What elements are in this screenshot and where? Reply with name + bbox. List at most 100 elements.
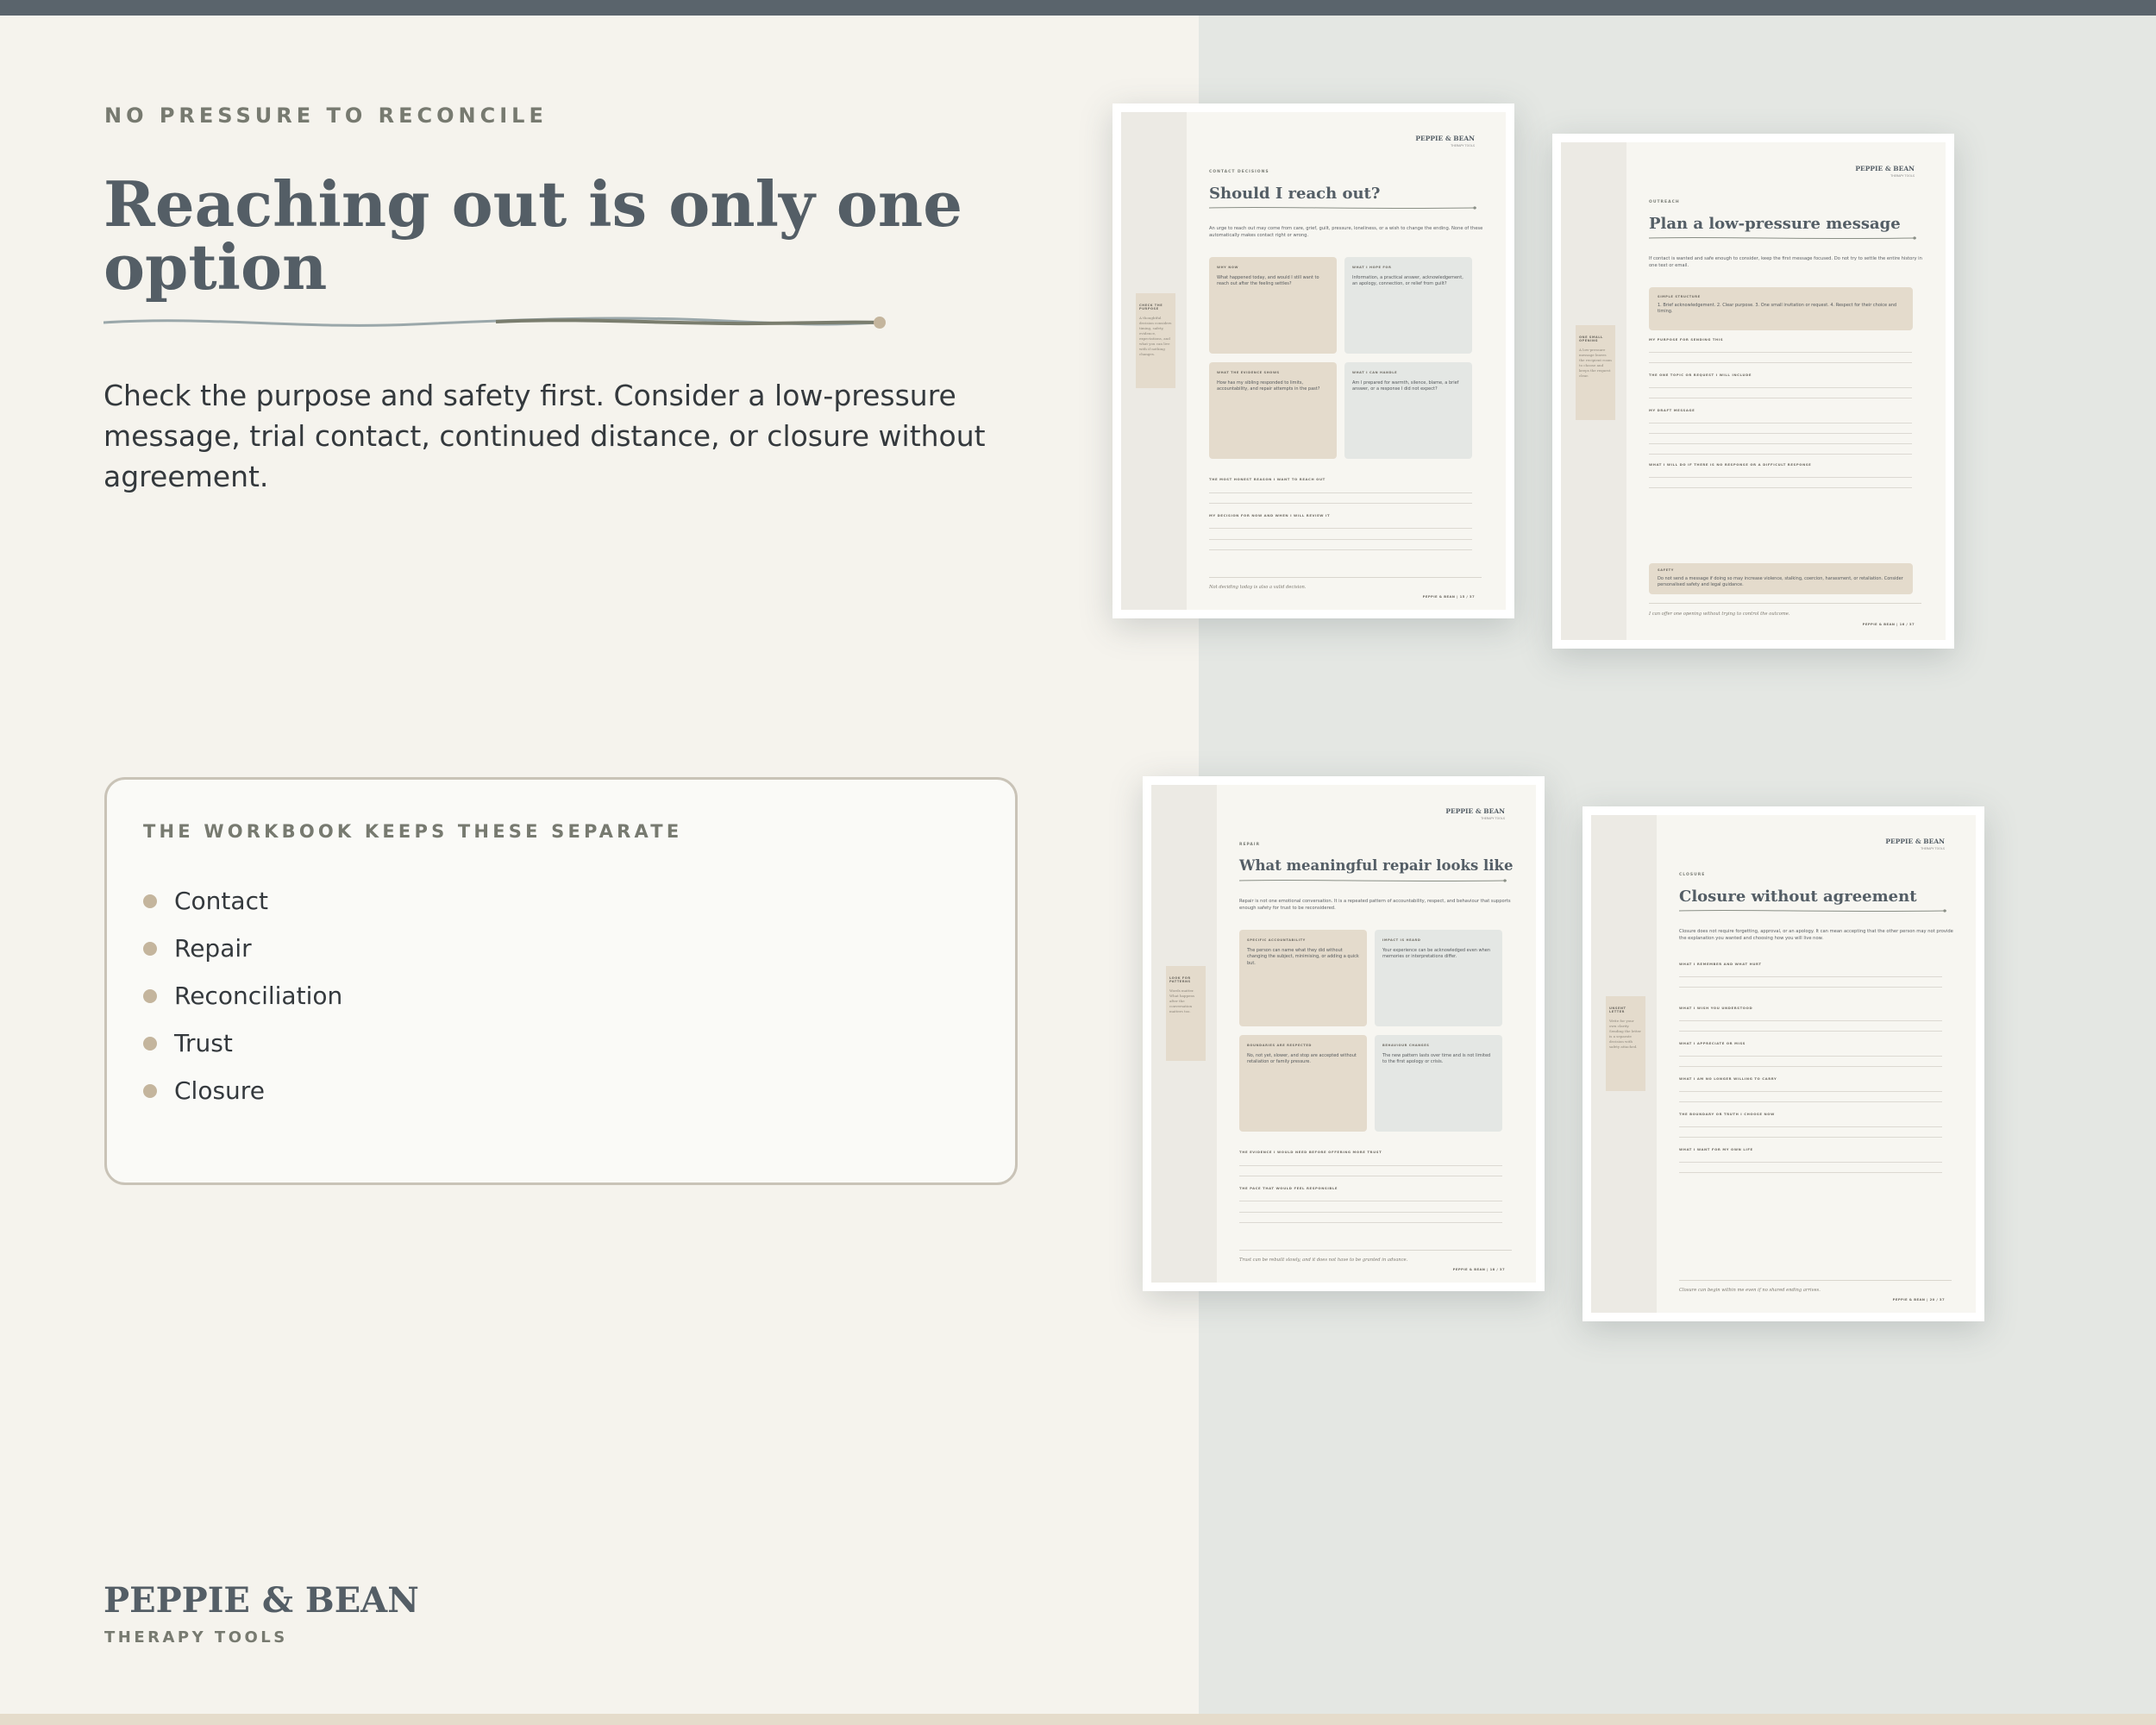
worksheet-title-underline xyxy=(1239,879,1507,882)
writing-prompt: WHAT I WANT FOR MY OWN LIFE xyxy=(1679,1147,1753,1151)
worksheet-brand: PEPPIE & BEAN THERAPY TOOLS xyxy=(1855,165,1915,178)
prompt-box: IMPACT IS HEARD Your experience can be ac… xyxy=(1375,930,1502,1026)
bullet-dot xyxy=(143,1036,157,1051)
list-item: Contact xyxy=(143,877,342,925)
worksheet-eyebrow: REPAIR xyxy=(1239,843,1261,847)
prompt-box: BEHAVIOUR CHANGES The new pattern lasts o… xyxy=(1375,1035,1502,1132)
separate-card: THE WORKBOOK KEEPS THESE SEPARATE Contac… xyxy=(104,777,1018,1185)
separate-list: Contact Repair Reconciliation Trust Clos… xyxy=(143,877,342,1114)
writing-prompt: WHAT I AM NO LONGER WILLING TO CARRY xyxy=(1679,1076,1777,1081)
worksheet-brand: PEPPIE & BEAN THERAPY TOOLS xyxy=(1445,807,1505,820)
worksheet-title: Should I reach out? xyxy=(1209,185,1381,203)
writing-line xyxy=(1209,539,1472,540)
writing-line xyxy=(1209,503,1472,504)
writing-line xyxy=(1649,454,1912,455)
worksheet-preview-reach-out[interactable]: CHECK THE PURPOSE A thoughtful decision … xyxy=(1112,104,1514,618)
page-number: PEPPIE & BEAN | 16 / 37 xyxy=(1862,622,1915,626)
writing-line xyxy=(1239,1165,1502,1166)
worksheet-title-underline xyxy=(1209,206,1476,210)
writing-line xyxy=(1679,1056,1942,1057)
worksheet-page: CHECK THE PURPOSE A thoughtful decision … xyxy=(1121,112,1506,610)
hero-intro: Check the purpose and safety first. Cons… xyxy=(103,379,986,493)
writing-line xyxy=(1679,1172,1942,1173)
writing-line xyxy=(1679,1091,1942,1092)
writing-prompt: MY DRAFT MESSAGE xyxy=(1649,408,1695,412)
footer-rule xyxy=(1209,577,1482,578)
writing-prompt: WHAT I REMEMBER AND WHAT HURT xyxy=(1679,962,1762,966)
page-number: PEPPIE & BEAN | 15 / 37 xyxy=(1422,594,1475,599)
writing-prompt: WHAT I WISH YOU UNDERSTOOD xyxy=(1679,1006,1753,1010)
structure-box: SIMPLE STRUCTURE 1. Brief acknowledgement… xyxy=(1649,287,1913,330)
list-item: Repair xyxy=(143,925,342,972)
footer-rule xyxy=(1649,603,1921,604)
worksheet-eyebrow: CLOSURE xyxy=(1679,873,1706,877)
page-number: PEPPIE & BEAN | 18 / 37 xyxy=(1452,1267,1505,1271)
writing-line xyxy=(1649,443,1912,444)
worksheet-title: Plan a low-pressure message xyxy=(1649,215,1901,233)
writing-line xyxy=(1679,1020,1942,1021)
worksheet-page: UNSENT LETTER Write for your own clarity… xyxy=(1591,815,1976,1313)
top-accent-bar xyxy=(0,0,2156,16)
writing-prompt: WHAT I WILL DO IF THERE IS NO RESPONSE O… xyxy=(1649,462,1812,467)
bullet-dot xyxy=(143,988,157,1003)
bullet-dot xyxy=(143,894,157,908)
writing-prompt: MY PURPOSE FOR SENDING THIS xyxy=(1649,337,1724,342)
writing-line xyxy=(1649,487,1912,488)
separate-title: THE WORKBOOK KEEPS THESE SEPARATE xyxy=(143,821,683,842)
worksheet-intro: If contact is wanted and safe enough to … xyxy=(1649,256,1922,268)
worksheet-title: What meaningful repair looks like xyxy=(1239,857,1514,874)
writing-line xyxy=(1679,976,1942,977)
worksheet-brand: PEPPIE & BEAN THERAPY TOOLS xyxy=(1415,135,1475,147)
worksheet-page: LOOK FOR PATTERNS Words matter. What hap… xyxy=(1151,785,1536,1283)
side-note: ONE SMALL OPENING A low-pressure message… xyxy=(1576,325,1615,420)
worksheet-footer: Closure can begin within me even if no s… xyxy=(1679,1288,1821,1293)
side-note: UNSENT LETTER Write for your own clarity… xyxy=(1606,996,1645,1091)
writing-line xyxy=(1649,387,1912,388)
worksheet-eyebrow: OUTREACH xyxy=(1649,200,1680,204)
writing-prompt: THE EVIDENCE I WOULD NEED BEFORE OFFERIN… xyxy=(1239,1150,1382,1154)
worksheet-intro: Closure does not require forgetting, app… xyxy=(1679,929,1953,941)
footer-rule xyxy=(1679,1280,1952,1281)
writing-line xyxy=(1679,1137,1942,1138)
worksheet-preview-message[interactable]: ONE SMALL OPENING A low-pressure message… xyxy=(1552,134,1954,649)
writing-prompt: WHAT I APPRECIATE OR MISS xyxy=(1679,1041,1745,1045)
writing-prompt: MY DECISION FOR NOW AND WHEN I WILL REVI… xyxy=(1209,513,1331,518)
writing-prompt: THE ONE TOPIC OR REQUEST I WILL INCLUDE xyxy=(1649,373,1752,377)
list-item: Trust xyxy=(143,1019,342,1067)
writing-line xyxy=(1679,1162,1942,1163)
writing-line xyxy=(1239,1222,1502,1223)
prompt-box: SPECIFIC ACCOUNTABILITY The person can na… xyxy=(1239,930,1367,1026)
worksheet-title-underline xyxy=(1649,236,1916,240)
writing-prompt: THE BOUNDARY OR TRUTH I CHOOSE NOW xyxy=(1679,1112,1775,1116)
writing-line xyxy=(1209,528,1472,529)
worksheet-footer: Not deciding today is also a valid decis… xyxy=(1209,585,1307,590)
side-note: CHECK THE PURPOSE A thoughtful decision … xyxy=(1136,293,1175,388)
worksheet-preview-repair[interactable]: LOOK FOR PATTERNS Words matter. What hap… xyxy=(1143,776,1545,1291)
worksheet-page: ONE SMALL OPENING A low-pressure message… xyxy=(1561,142,1946,640)
brand-tagline: THERAPY TOOLS xyxy=(104,1628,288,1647)
footer-rule xyxy=(1239,1250,1512,1251)
worksheet-eyebrow: CONTACT DECISIONS xyxy=(1209,170,1269,174)
worksheet-preview-closure[interactable]: UNSENT LETTER Write for your own clarity… xyxy=(1583,806,1984,1321)
writing-prompt: THE MOST HONEST REASON I WANT TO REACH O… xyxy=(1209,477,1326,481)
side-note: LOOK FOR PATTERNS Words matter. What hap… xyxy=(1166,966,1206,1061)
prompt-box: BOUNDARIES ARE RESPECTED No, not yet, slo… xyxy=(1239,1035,1367,1132)
list-item: Reconciliation xyxy=(143,972,342,1019)
hero-eyebrow: NO PRESSURE TO RECONCILE xyxy=(104,104,548,128)
writing-line xyxy=(1649,433,1912,434)
writing-line xyxy=(1239,1212,1502,1213)
worksheet-footer: I can offer one opening without trying t… xyxy=(1649,612,1790,617)
writing-line xyxy=(1679,1031,1942,1032)
writing-line xyxy=(1679,1066,1942,1067)
worksheet-intro: An urge to reach out may come from care,… xyxy=(1209,226,1483,238)
writing-line xyxy=(1679,987,1942,988)
writing-line xyxy=(1209,549,1472,550)
writing-line xyxy=(1209,492,1472,493)
worksheet-footer: Trust can be rebuilt slowly, and it does… xyxy=(1239,1258,1408,1263)
brand-name: PEPPIE & BEAN xyxy=(103,1580,419,1621)
worksheet-intro: Repair is not one emotional conversation… xyxy=(1239,899,1511,911)
bullet-dot xyxy=(143,1083,157,1098)
writing-line xyxy=(1649,362,1912,363)
prompt-box: WHAT THE EVIDENCE SHOWS How has my siblin… xyxy=(1209,362,1337,459)
prompt-box: WHAT I CAN HANDLE Am I prepared for warmt… xyxy=(1344,362,1472,459)
